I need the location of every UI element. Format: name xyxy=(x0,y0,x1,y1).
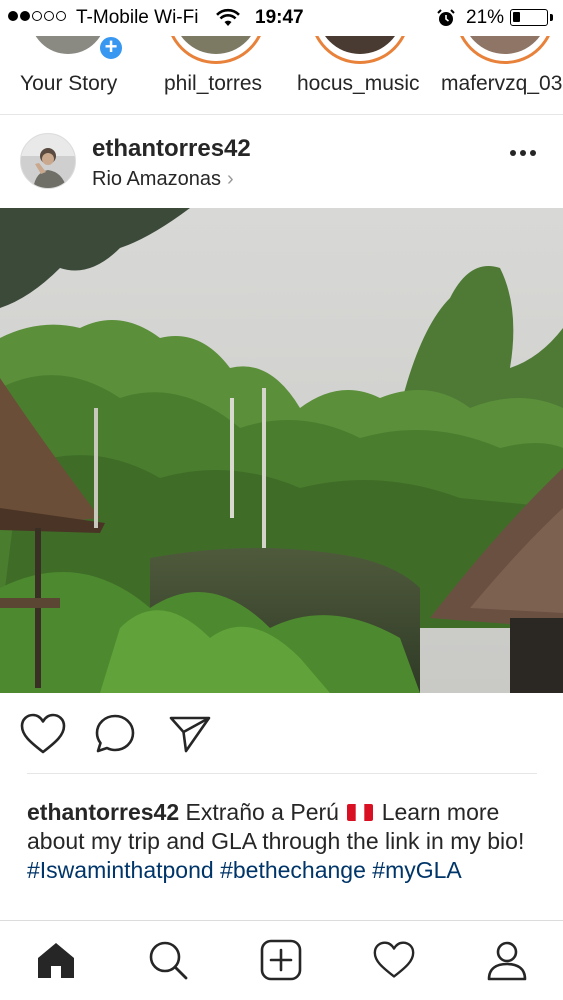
paper-plane-icon[interactable] xyxy=(168,713,212,760)
story-avatar xyxy=(166,36,266,64)
post-actions xyxy=(0,693,563,773)
more-dots-icon[interactable] xyxy=(510,150,536,156)
post-username[interactable]: ethantorres42 xyxy=(92,135,251,163)
story-avatar xyxy=(310,36,410,64)
post-caption: ethantorres42 Extraño a Perú Learn more … xyxy=(27,798,542,885)
story-avatar xyxy=(455,36,555,64)
battery-percent: 21% xyxy=(466,7,505,28)
avatar[interactable] xyxy=(20,133,76,189)
heart-icon[interactable] xyxy=(20,713,66,760)
story-label: Your Story xyxy=(20,72,118,95)
story-label: mafervzq_03 xyxy=(441,72,563,95)
search-icon[interactable] xyxy=(147,939,189,986)
divider xyxy=(27,773,537,774)
caption-username[interactable]: ethantorres42 xyxy=(27,799,179,825)
signal-strength-icon xyxy=(8,11,66,21)
battery-tip xyxy=(550,14,553,21)
comment-bubble-icon[interactable] xyxy=(94,713,136,760)
hashtag-link[interactable]: #bethechange xyxy=(220,857,366,883)
hashtag-link[interactable]: #Iswaminthatpond xyxy=(27,857,214,883)
peru-flag-icon xyxy=(347,799,374,821)
signal-dot xyxy=(32,11,42,21)
caption-text: Extraño a Perú xyxy=(185,799,339,825)
status-time: 19:47 xyxy=(255,7,304,28)
stories-tray: + Your Story phil_torres hocus_music maf… xyxy=(0,36,563,115)
alarm-icon xyxy=(436,8,456,34)
wifi-icon xyxy=(216,8,240,34)
hashtag-link[interactable]: #myGLA xyxy=(372,857,461,883)
location-label: Rio Amazonas xyxy=(92,168,221,190)
post-header: ethantorres42 Rio Amazonas › xyxy=(0,115,563,208)
add-post-icon[interactable] xyxy=(260,939,302,986)
status-bar: T-Mobile Wi-Fi 19:47 21% xyxy=(0,0,563,36)
signal-dot xyxy=(44,11,54,21)
profile-icon[interactable] xyxy=(486,939,528,986)
signal-dot xyxy=(20,11,30,21)
signal-dot xyxy=(8,11,18,21)
post-photo[interactable] xyxy=(0,208,563,693)
activity-heart-icon[interactable] xyxy=(373,939,415,986)
battery-icon xyxy=(510,9,548,26)
battery-level xyxy=(513,12,520,22)
bottom-navigation xyxy=(0,920,563,1000)
home-icon[interactable] xyxy=(35,939,77,986)
chevron-right-icon: › xyxy=(226,168,234,190)
carrier-name: T-Mobile Wi-Fi xyxy=(76,7,199,28)
signal-dot xyxy=(56,11,66,21)
story-label: phil_torres xyxy=(164,72,263,95)
story-label: hocus_music xyxy=(297,72,420,95)
post-location[interactable]: Rio Amazonas › xyxy=(92,168,234,191)
plus-icon[interactable]: + xyxy=(97,36,125,62)
